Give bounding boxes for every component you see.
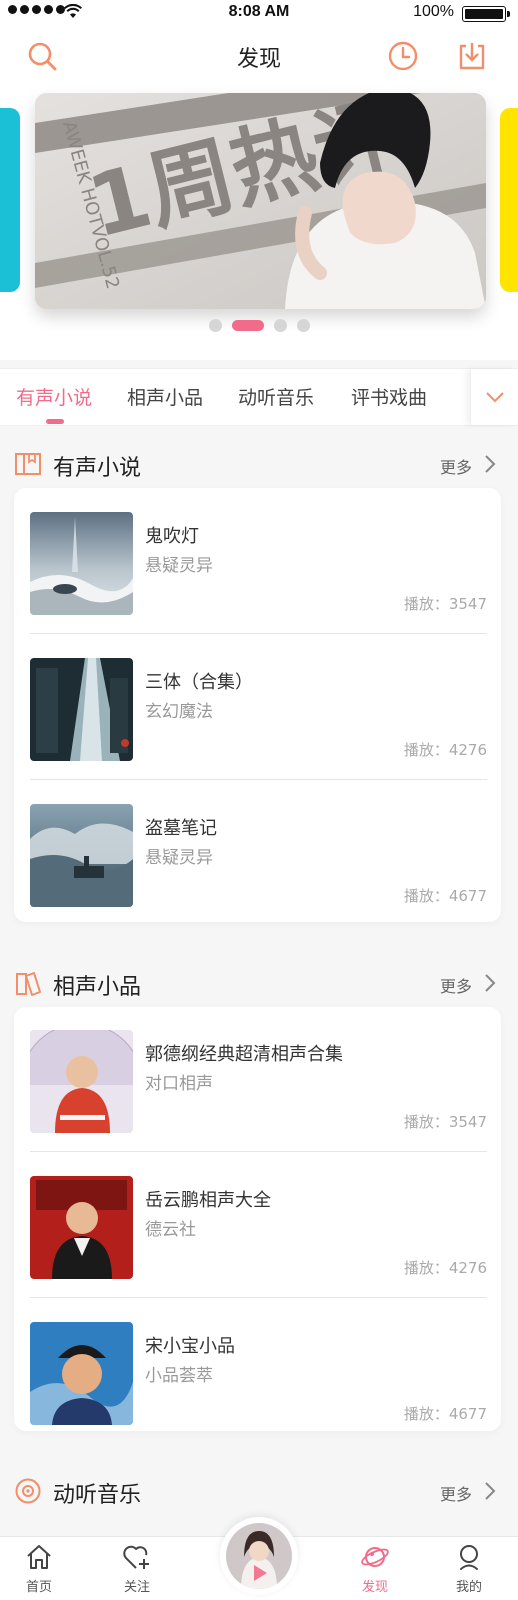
now-playing-cover [226, 1523, 292, 1589]
banner-carousel[interactable]: 1周热评 AWEEK HOTVOL.52 [0, 84, 518, 360]
nav-profile[interactable]: 我的 [439, 1543, 499, 1595]
pager-dot[interactable] [208, 319, 222, 332]
pager-dot[interactable] [273, 319, 287, 332]
tabs-expand-button[interactable] [470, 369, 518, 425]
battery-percent: 100% [413, 3, 454, 20]
list-item[interactable]: 岳云鹏相声大全 德云社 播放：4276 [14, 1152, 501, 1298]
nav-label: 我的 [455, 1580, 482, 1595]
cover-image [30, 1322, 133, 1425]
heart-plus-icon [123, 1545, 149, 1569]
item-category: 小品荟萃 [145, 1366, 213, 1386]
nav-discover[interactable]: 发现 [345, 1543, 405, 1595]
now-playing-button[interactable] [220, 1517, 298, 1595]
bottom-tab-bar: 首页 关注 发现 我的 [0, 1517, 518, 1600]
cover-image [30, 658, 133, 761]
tab-audio-novel[interactable]: 有声小说 [16, 383, 92, 410]
section-card-audio-novel: 鬼吹灯 悬疑灵异 播放：3547 三体（合集） 玄幻魔法 播放：4276 盗墓笔… [14, 488, 501, 922]
cover-image [30, 512, 133, 615]
clock-icon [388, 41, 418, 71]
item-title: 郭德纲经典超清相声合集 [145, 1044, 343, 1065]
section-more-link[interactable]: 更多 [440, 1481, 472, 1505]
user-icon [460, 1545, 478, 1570]
book-icon [15, 453, 41, 475]
pager-dot-active[interactable] [231, 320, 264, 331]
item-play-count: 播放：4677 [403, 1405, 487, 1423]
top-bar: 发现 [0, 26, 518, 84]
tab-active-indicator [46, 419, 64, 424]
tab-storytelling-opera[interactable]: 评书戏曲 [351, 383, 427, 410]
chevron-right-icon[interactable] [484, 454, 496, 474]
planet-icon [361, 1547, 389, 1567]
item-play-count: 播放：4276 [403, 1259, 487, 1277]
nav-home[interactable]: 首页 [9, 1543, 69, 1595]
nav-label: 关注 [123, 1580, 150, 1595]
list-item[interactable]: 郭德纲经典超清相声合集 对口相声 播放：3547 [14, 1006, 501, 1152]
section-more-link[interactable]: 更多 [440, 454, 472, 478]
section-header-music: 动听音乐 更多 [0, 1469, 518, 1513]
page-title: 发现 [236, 47, 281, 72]
chevron-down-icon [485, 392, 504, 403]
banner-next-slide[interactable] [500, 108, 518, 292]
tab-crosstalk[interactable]: 相声小品 [127, 383, 203, 410]
banner-slide[interactable]: 1周热评 AWEEK HOTVOL.52 [35, 93, 486, 309]
books-icon [16, 972, 41, 996]
download-button[interactable] [454, 38, 490, 74]
item-category: 悬疑灵异 [145, 556, 213, 576]
home-icon [27, 1545, 51, 1569]
chevron-right-icon[interactable] [484, 1481, 496, 1501]
item-play-count: 播放：3547 [403, 595, 487, 613]
pager-dot[interactable] [296, 319, 310, 332]
battery-icon [462, 6, 510, 22]
item-title: 宋小宝小品 [145, 1336, 235, 1357]
item-category: 悬疑灵异 [145, 848, 213, 868]
item-title: 鬼吹灯 [145, 526, 199, 547]
section-header-crosstalk: 相声小品 更多 [0, 961, 518, 1005]
banner-pager [0, 319, 518, 332]
item-category: 玄幻魔法 [145, 702, 213, 722]
tab-music[interactable]: 动听音乐 [238, 383, 314, 410]
cover-image [30, 1176, 133, 1279]
section-more-link[interactable]: 更多 [440, 973, 472, 997]
item-category: 对口相声 [145, 1074, 213, 1094]
banner-prev-slide[interactable] [0, 108, 20, 292]
item-title: 岳云鹏相声大全 [145, 1190, 271, 1211]
item-title: 三体（合集） [145, 672, 253, 693]
history-button[interactable] [385, 38, 421, 74]
section-header-audio-novel: 有声小说 更多 [0, 442, 518, 486]
download-icon [459, 43, 485, 70]
category-tabs: 有声小说 相声小品 动听音乐 评书戏曲 [0, 368, 518, 426]
item-category: 德云社 [145, 1220, 196, 1240]
item-play-count: 播放：4677 [403, 887, 487, 905]
item-title: 盗墓笔记 [145, 818, 217, 839]
section-title: 相声小品 [53, 975, 142, 1000]
section-title: 动听音乐 [53, 1483, 142, 1508]
item-play-count: 播放：3547 [403, 1113, 487, 1131]
cover-image [30, 804, 133, 907]
nav-label: 发现 [361, 1580, 388, 1595]
item-play-count: 播放：4276 [403, 741, 487, 759]
nav-follow[interactable]: 关注 [107, 1543, 167, 1595]
list-item[interactable]: 鬼吹灯 悬疑灵异 播放：3547 [14, 488, 501, 634]
list-item[interactable]: 三体（合集） 玄幻魔法 播放：4276 [14, 634, 501, 780]
nav-label: 首页 [25, 1580, 52, 1595]
disc-icon [15, 1478, 41, 1504]
section-card-crosstalk: 郭德纲经典超清相声合集 对口相声 播放：3547 岳云鹏相声大全 德云社 播放：… [14, 1007, 501, 1431]
list-item[interactable]: 宋小宝小品 小品荟萃 播放：4677 [14, 1298, 501, 1444]
status-bar: 8:08 AM 100% [0, 0, 518, 26]
section-title: 有声小说 [53, 456, 142, 481]
chevron-right-icon[interactable] [484, 973, 496, 993]
cover-image [30, 1030, 133, 1133]
list-item[interactable]: 盗墓笔记 悬疑灵异 播放：4677 [14, 780, 501, 926]
